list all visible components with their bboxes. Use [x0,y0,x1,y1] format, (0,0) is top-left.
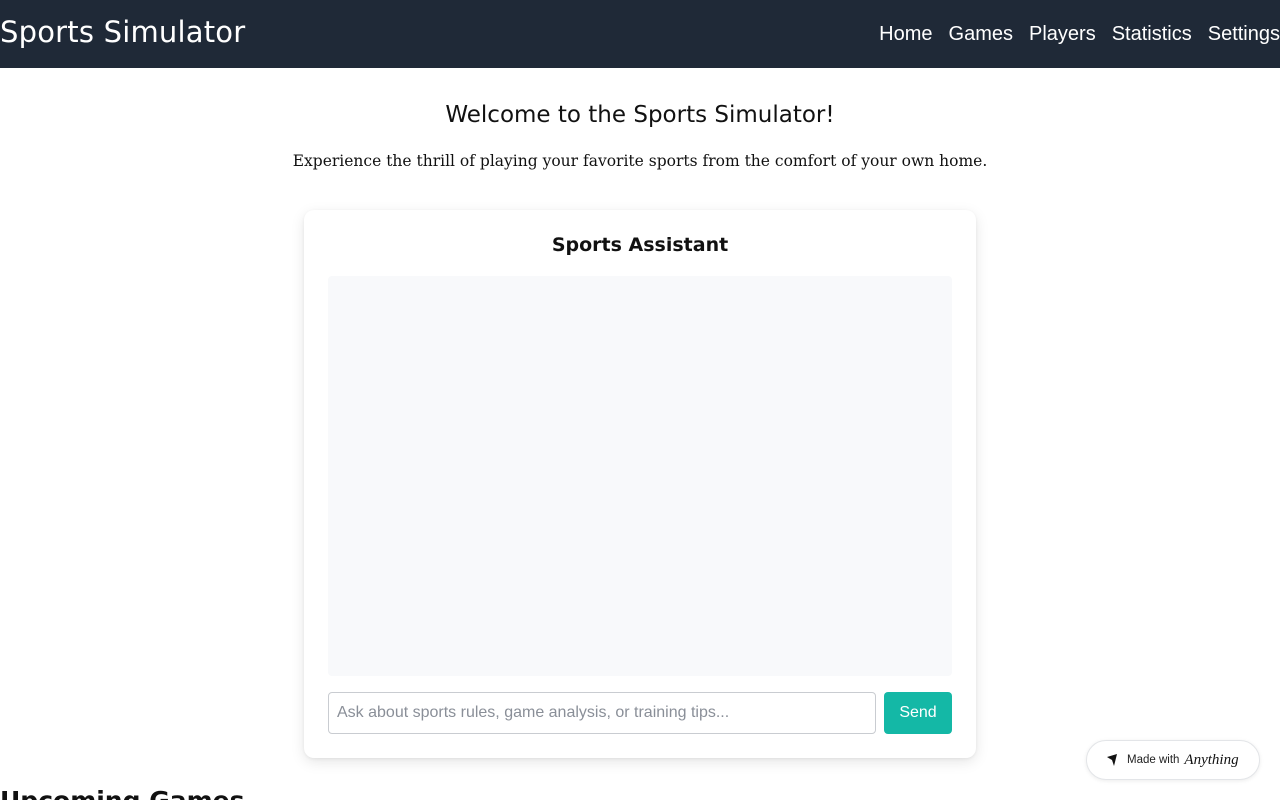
nav-statistics[interactable]: Statistics [1112,22,1192,46]
badge-text: Made with [1127,754,1180,766]
made-with-anything-badge[interactable]: Made with Anything [1086,740,1260,780]
top-navbar: Sports Simulator Home Games Players Stat… [0,0,1280,68]
site-brand[interactable]: Sports Simulator [0,15,245,49]
hero-title: Welcome to the Sports Simulator! [445,102,835,128]
anything-logo-icon [1107,754,1117,766]
main-nav: Home Games Players Statistics Settings [879,22,1280,46]
nav-games[interactable]: Games [949,22,1013,46]
nav-players[interactable]: Players [1029,22,1096,46]
send-button[interactable]: Send [884,692,952,734]
chat-input[interactable] [328,692,876,734]
nav-settings[interactable]: Settings [1208,22,1280,46]
badge-brand: Anything [1184,751,1239,768]
nav-home[interactable]: Home [879,22,932,46]
chat-messages-area[interactable] [328,276,952,676]
sports-assistant-card: Sports Assistant Send [304,210,976,758]
upcoming-games-heading: Upcoming Games [0,786,244,800]
hero-subtitle: Experience the thrill of playing your fa… [292,152,988,170]
assistant-title: Sports Assistant [551,234,729,256]
